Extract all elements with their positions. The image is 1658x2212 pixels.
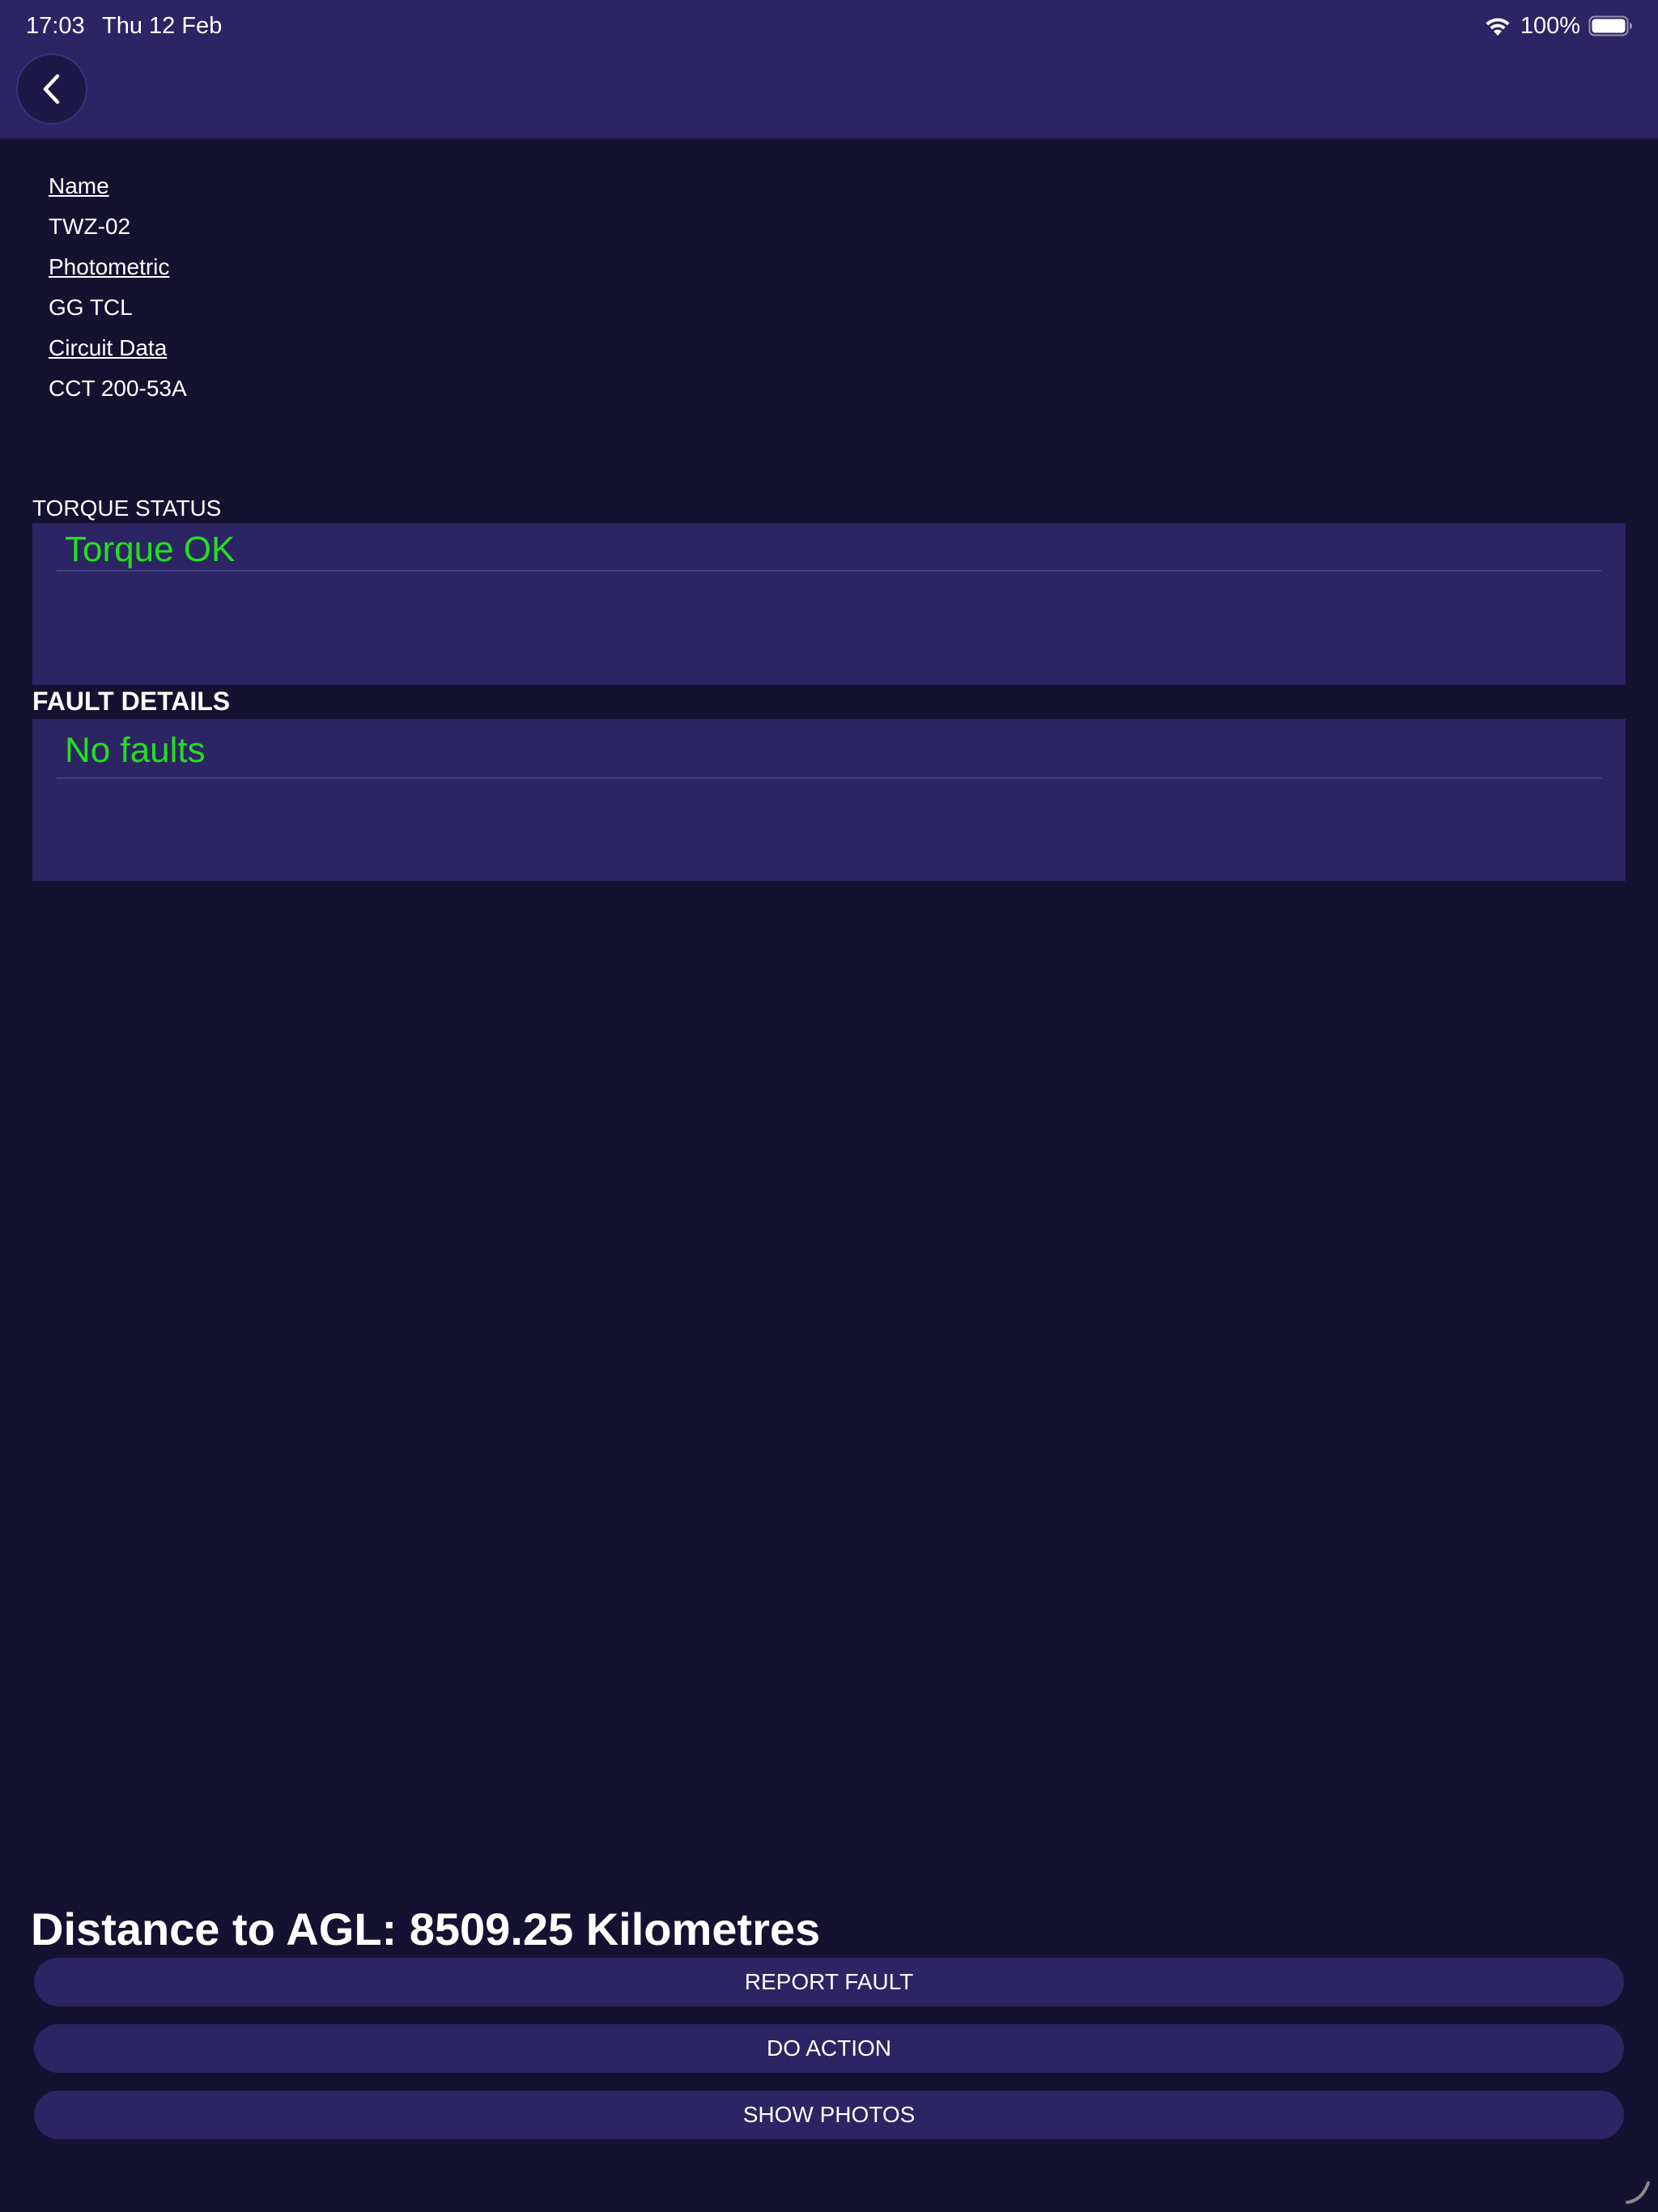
- circuit-data-value: CCT 200-53A: [49, 376, 187, 401]
- resize-grip-icon[interactable]: [1624, 2178, 1652, 2206]
- circuit-data-label: Circuit Data: [49, 335, 168, 360]
- torque-status-header: TORQUE STATUS: [32, 496, 222, 521]
- chevron-left-icon: [43, 74, 60, 104]
- top-bar: 17:03 Thu 12 Feb 100%: [0, 0, 1658, 139]
- torque-status-panel: Torque OK: [32, 523, 1626, 685]
- torque-status-text: Torque OK: [65, 530, 236, 569]
- photometric-label: Photometric: [49, 254, 170, 279]
- divider: [57, 777, 1601, 779]
- name-value: TWZ-02: [49, 214, 131, 239]
- status-date: Thu 12 Feb: [102, 13, 223, 39]
- photometric-value: GG TCL: [49, 295, 133, 320]
- asset-details: Name TWZ-02 Photometric GG TCL Circuit D…: [49, 170, 858, 413]
- battery-percent: 100%: [1520, 13, 1580, 39]
- report-fault-button[interactable]: REPORT FAULT: [34, 1958, 1624, 2006]
- name-label: Name: [49, 173, 109, 198]
- fault-status-text: No faults: [65, 730, 206, 770]
- divider: [57, 570, 1601, 572]
- show-photos-button[interactable]: SHOW PHOTOS: [34, 2091, 1624, 2139]
- status-time: 17:03: [26, 13, 85, 39]
- battery-icon: [1588, 15, 1632, 36]
- back-button[interactable]: [16, 53, 87, 125]
- do-action-button[interactable]: DO ACTION: [34, 2024, 1624, 2073]
- wifi-icon: [1486, 18, 1510, 36]
- fault-details-panel: No faults: [32, 719, 1626, 881]
- status-indicators: 100%: [1483, 11, 1634, 40]
- fault-details-header: FAULT DETAILS: [32, 687, 231, 716]
- distance-to-agl: Distance to AGL: 8509.25 Kilometres: [31, 1904, 821, 1955]
